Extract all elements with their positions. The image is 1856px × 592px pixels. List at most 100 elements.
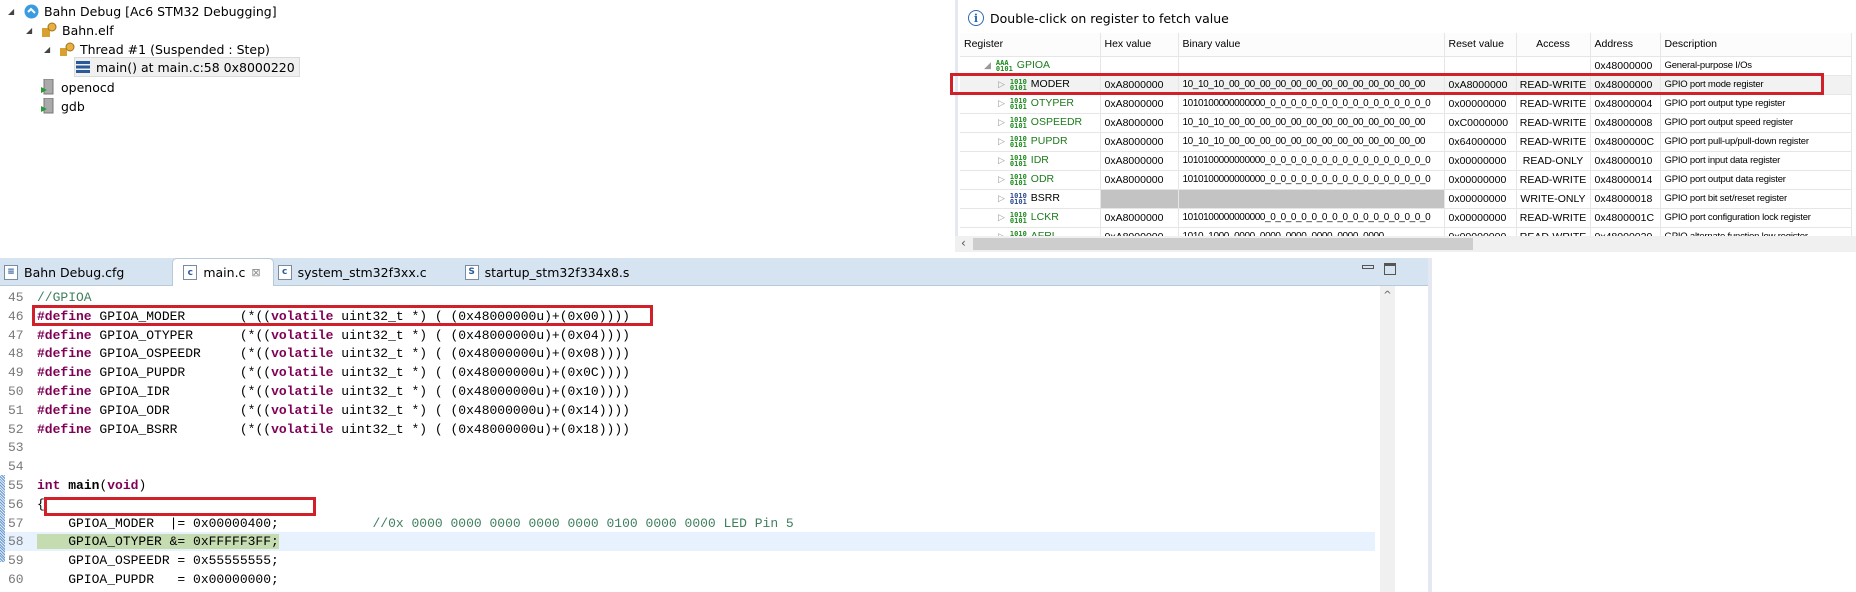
tree-item-openocd[interactable]: openocd	[40, 77, 115, 97]
column-header[interactable]: Register	[960, 33, 1101, 57]
code-text-area[interactable]: 45//GPIOA 46 #define GPIOA_MODER (*((volat…	[0, 288, 1375, 592]
register-row[interactable]: ▷ 1010 0101 IDR 0xA8000000 1010100000000000_0…	[960, 151, 1852, 171]
binary-value-cell[interactable]: 1010100000000000_0_0_0_0_0_0_0_0_0_0_0_0…	[1178, 208, 1445, 228]
binary-value-cell[interactable]: 10_10_10_00_00_00_00_00_00_00_00_00_00_0…	[1178, 132, 1445, 152]
code-line[interactable]: 52 #define GPIOA_BSRR (*((volatile uint32…	[0, 420, 1375, 439]
tree-item-elf[interactable]: ◢ Bahn.elf	[26, 20, 114, 40]
line-number: 53	[8, 440, 24, 456]
code-line[interactable]: 49 #define GPIOA_PUPDR (*((volatile uint3…	[0, 363, 1375, 382]
hex-value-cell[interactable]: 0xA8000000	[1100, 208, 1179, 228]
thread-suspended-icon	[59, 41, 75, 57]
address-cell: 0x48000014	[1590, 170, 1661, 190]
column-header[interactable]: Address	[1590, 33, 1661, 57]
collapsed-triangle-icon[interactable]: ▷	[998, 98, 1005, 108]
description-cell: GPIO port bit set/reset register	[1660, 189, 1852, 209]
hex-value-cell[interactable]	[1100, 189, 1179, 209]
code-line[interactable]: 57 GPIOA_MODER |= 0x00000400; //0x 0000 …	[0, 514, 1375, 533]
column-header[interactable]: Hex value	[1100, 33, 1179, 57]
editor-tab[interactable]: Sstartup_stm32f334x8.s	[461, 258, 642, 286]
code-token: volatile	[271, 308, 334, 324]
column-header[interactable]: Reset value	[1444, 33, 1517, 57]
register-row[interactable]: ▷ 1010 0101 ODR 0xA8000000 1010100000000000_0…	[960, 170, 1852, 190]
hex-value-cell[interactable]: 0xA8000000	[1100, 75, 1179, 95]
scrollbar-thumb[interactable]	[973, 238, 1473, 250]
binary-value-cell[interactable]: 1010100000000000_0_0_0_0_0_0_0_0_0_0_0_0…	[1178, 170, 1445, 190]
tree-item-gdb[interactable]: gdb	[40, 96, 85, 116]
editor-tab[interactable]: ≡ Bahn Debug.cfg	[0, 258, 136, 286]
register-row[interactable]: ▷ 1010 0101 OSPEEDR 0xA8000000 10_10_10_00_00…	[960, 113, 1852, 133]
line-number: 52	[8, 421, 24, 437]
code-line[interactable]: 48 #define GPIOA_OSPEEDR (*((volatile uin…	[0, 344, 1375, 363]
code-line[interactable]: 59 GPIOA_OSPEEDR = 0x55555555;	[0, 551, 1375, 570]
register-name: BSRR	[1030, 192, 1060, 205]
horizontal-scrollbar[interactable]: ‹	[955, 236, 1856, 252]
tree-item-stack-frame[interactable]: main() at main.c:58 0x8000220	[74, 57, 300, 77]
column-header[interactable]: Description	[1660, 33, 1852, 57]
register-row[interactable]: ▷ 1010 0101 PUPDR 0xA8000000 10_10_10_00_00_0…	[960, 132, 1852, 152]
code-token: //0x 0000 0000 0000 0000 0000 0100 0000 …	[372, 515, 794, 531]
collapsed-triangle-icon[interactable]: ▷	[998, 212, 1005, 222]
code-line[interactable]: 56 {	[0, 495, 1375, 514]
description-cell: GPIO port output speed register	[1660, 113, 1852, 133]
code-line[interactable]: 45 //GPIOA	[0, 288, 1375, 307]
code-line[interactable]: 55 int main(void)	[0, 476, 1375, 495]
collapsed-triangle-icon[interactable]: ▷	[998, 193, 1005, 203]
close-tab-icon[interactable]: ⊠	[251, 266, 260, 279]
code-line[interactable]: 54	[0, 457, 1375, 476]
code-token: {	[37, 496, 45, 512]
code-line[interactable]: 46 #define GPIOA_MODER (*((volatile uint3…	[0, 307, 1375, 326]
hex-value-cell[interactable]: 0xA8000000	[1100, 151, 1179, 171]
expanded-triangle-icon[interactable]: ◢	[984, 60, 991, 70]
code-line[interactable]: 60 GPIOA_PUPDR = 0x00000000;	[0, 570, 1375, 589]
editor-tab[interactable]: c main.c ⊠	[172, 258, 274, 286]
code-line[interactable]: 51 #define GPIOA_ODR (*((volatile uint32_…	[0, 401, 1375, 420]
description-cell: GPIO port input data register	[1660, 151, 1852, 171]
collapsed-triangle-icon[interactable]: ▷	[998, 117, 1005, 127]
code-line[interactable]: 58 GPIOA_OTYPER &= 0xFFFFF3FF;	[0, 532, 1375, 552]
launch-label: Bahn Debug [Ac6 STM32 Debugging]	[44, 3, 277, 19]
binary-value-cell[interactable]: 10_10_10_00_00_00_00_00_00_00_00_00_00_0…	[1178, 75, 1445, 95]
hex-value-cell[interactable]: 0xA8000000	[1100, 113, 1179, 133]
info-text: Double-click on register to fetch value	[990, 10, 1229, 26]
register-group-row[interactable]: ◢ AAA 0101 GPIOA 0x48000000 General-purpose I…	[960, 56, 1852, 76]
code-line[interactable]: 53	[0, 438, 1375, 457]
binary-value-cell[interactable]: 1010100000000000_0_0_0_0_0_0_0_0_0_0_0_0…	[1178, 151, 1445, 171]
register-row[interactable]: ▷ 1010 0101 MODER 0xA8000000 10_10_10_00_00_0…	[960, 75, 1852, 95]
collapsed-triangle-icon[interactable]: ▷	[998, 174, 1005, 184]
vertical-scrollbar[interactable]: ^	[1380, 286, 1395, 592]
collapsed-triangle-icon[interactable]: ▷	[998, 79, 1005, 89]
binary-value-cell[interactable]	[1178, 189, 1445, 209]
binary-value-cell[interactable]: 1010100000000000_0_0_0_0_0_0_0_0_0_0_0_0…	[1178, 94, 1445, 114]
expanded-triangle-icon[interactable]: ◢	[44, 45, 54, 54]
debug-launch-icon	[23, 3, 39, 19]
editor-tab[interactable]: c system_stm32f3xx.c	[274, 258, 439, 286]
binary-value-cell[interactable]: 10_10_10_00_00_00_00_00_00_00_00_00_00_0…	[1178, 113, 1445, 133]
register-row[interactable]: ▷ 1010 0101 OTYPER 0xA8000000 101010000000000…	[960, 94, 1852, 114]
code-line[interactable]: 50 #define GPIOA_IDR (*((volatile uint32_…	[0, 382, 1375, 401]
column-header[interactable]: Access	[1516, 33, 1591, 57]
expanded-triangle-icon[interactable]: ◢	[26, 26, 36, 35]
hex-value-cell[interactable]: 0xA8000000	[1100, 170, 1179, 190]
info-icon: i	[968, 10, 984, 26]
collapsed-triangle-icon[interactable]: ▷	[998, 136, 1005, 146]
scroll-up-icon[interactable]: ^	[1380, 290, 1395, 301]
code-token: #define	[37, 308, 92, 324]
collapsed-triangle-icon[interactable]: ▷	[998, 155, 1005, 165]
reset-value-cell: 0x00000000	[1444, 189, 1517, 209]
scroll-left-icon[interactable]: ‹	[961, 236, 966, 250]
code-token: GPIOA_BSRR (*((	[99, 421, 272, 437]
hex-value-cell[interactable]: 0xA8000000	[1100, 132, 1179, 152]
register-row[interactable]: ▷ 1010 0101 LCKR 0xA8000000 1010100000000000_…	[960, 208, 1852, 228]
code-line[interactable]: 47 #define GPIOA_OTYPER (*((volatile uint…	[0, 326, 1375, 345]
address-cell: 0x48000000	[1590, 56, 1661, 76]
tree-item-thread[interactable]: ◢ Thread #1 (Suspended : Step)	[44, 39, 270, 59]
hex-value-cell[interactable]: 0xA8000000	[1100, 94, 1179, 114]
register-row[interactable]: ▷ 1010 0101 BSRR 0x00000000 WRITE-ONLY 0x48000…	[960, 189, 1852, 209]
tree-item-launch[interactable]: ◢ Bahn Debug [Ac6 STM32 Debugging]	[8, 1, 277, 21]
column-header[interactable]: Binary value	[1178, 33, 1445, 57]
register-icon: 10100101	[1009, 115, 1027, 130]
expanded-triangle-icon[interactable]: ◢	[8, 7, 18, 16]
